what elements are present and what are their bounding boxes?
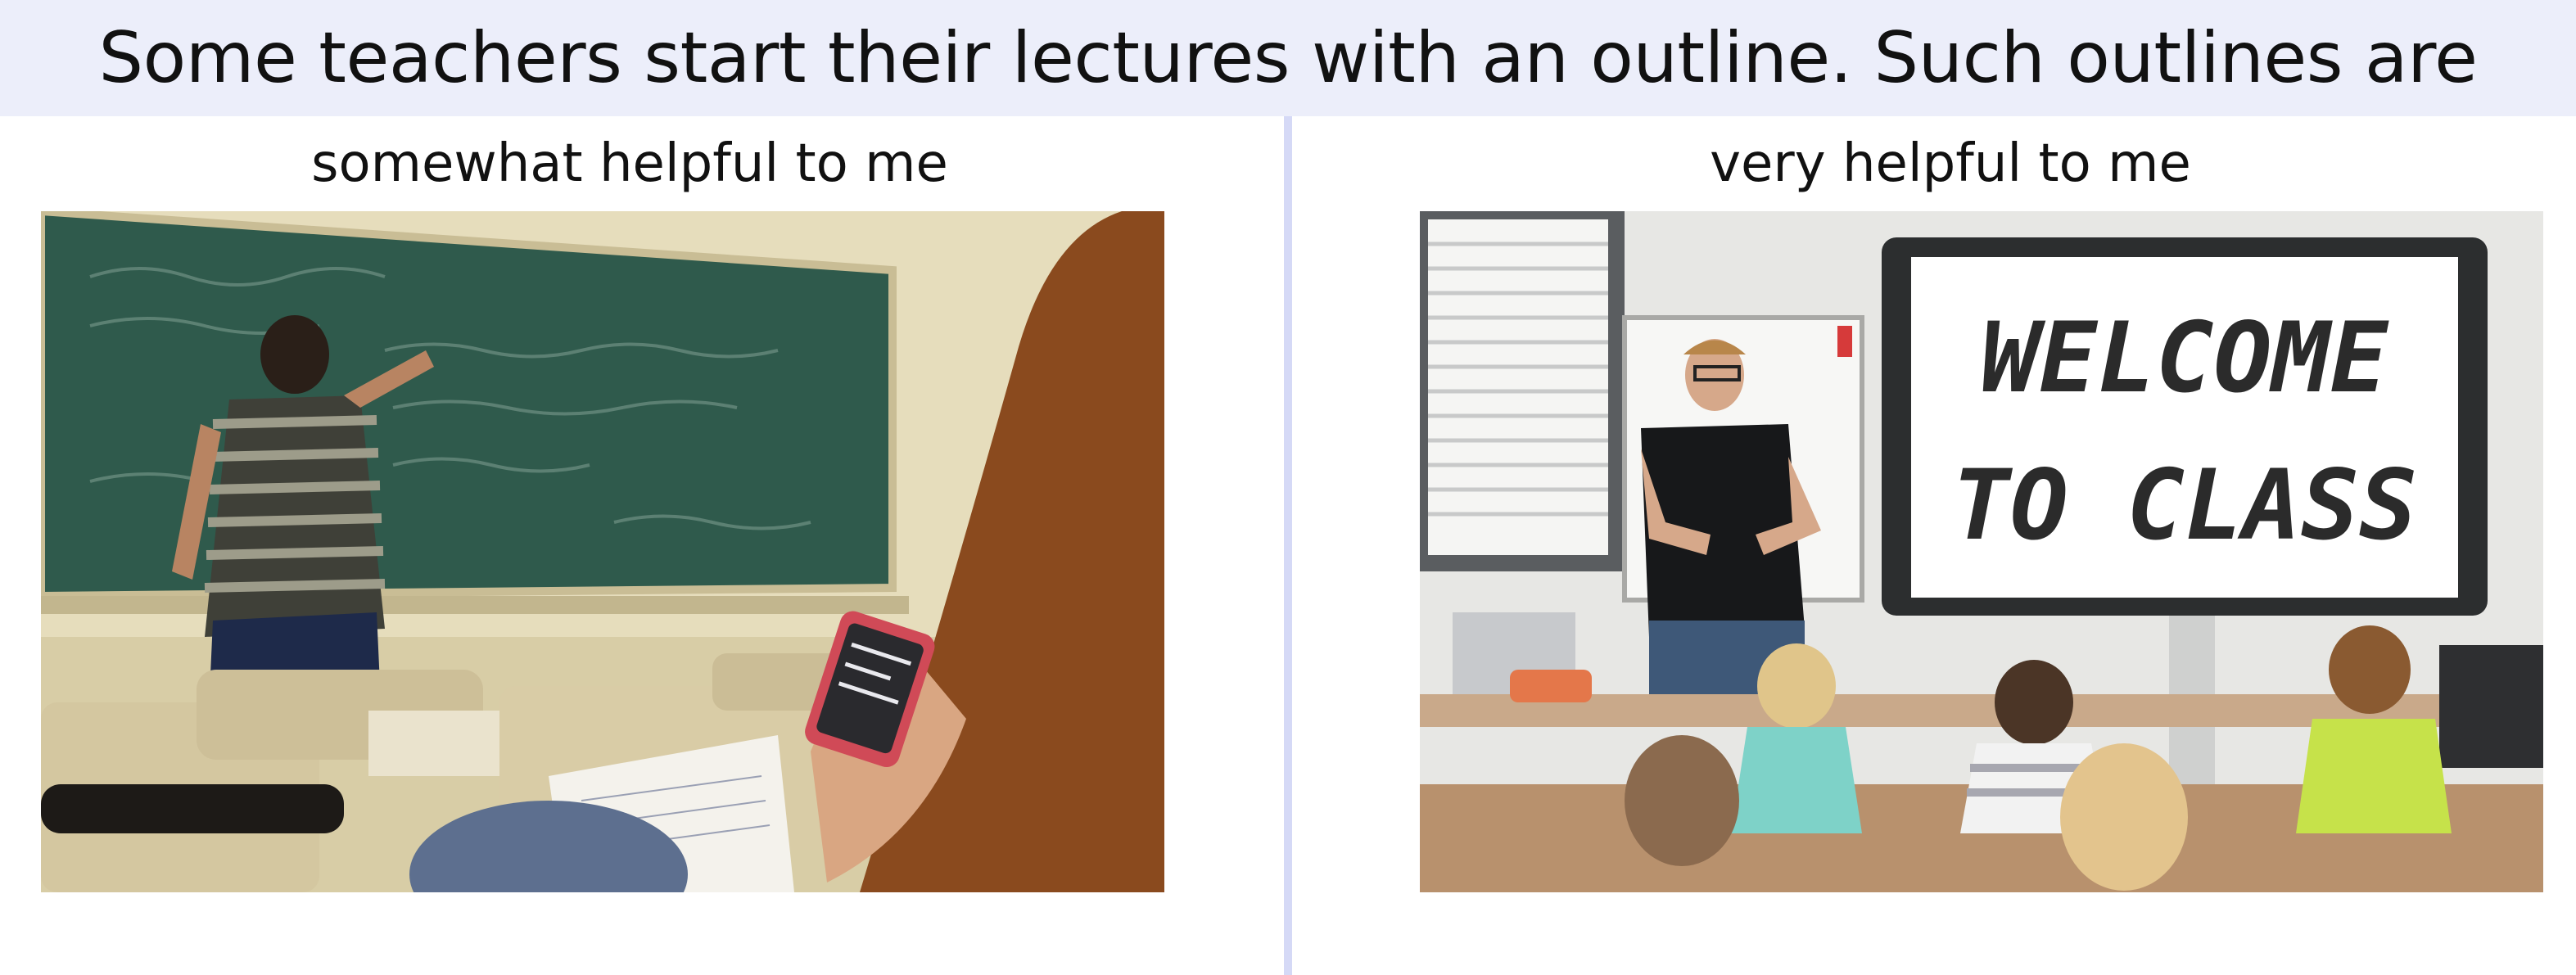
option-image-very-helpful[interactable]: WELCOME TO CLASS: [1420, 211, 2543, 892]
option-image-somewhat-helpful[interactable]: [41, 211, 1164, 892]
panel-divider: [1284, 116, 1292, 975]
question-text: Some teachers start their lectures with …: [98, 17, 2479, 99]
classroom-smartboard-illustration: WELCOME TO CLASS: [1420, 211, 2543, 892]
smartboard-text-line1: WELCOME: [1981, 301, 2388, 414]
window: [1420, 211, 1625, 571]
smartboard-text-line2: TO CLASS: [1952, 449, 2417, 562]
option-label-somewhat-helpful[interactable]: somewhat helpful to me: [0, 116, 1284, 210]
option-label-very-helpful[interactable]: very helpful to me: [1292, 116, 2576, 210]
option-panel-very-helpful[interactable]: very helpful to me WELCOME TO CLASS: [1292, 116, 2576, 975]
classroom-chalkboard-illustration: [41, 211, 1164, 892]
option-panel-somewhat-helpful[interactable]: somewhat helpful to me: [0, 116, 1284, 975]
question-header: Some teachers start their lectures with …: [0, 0, 2576, 116]
